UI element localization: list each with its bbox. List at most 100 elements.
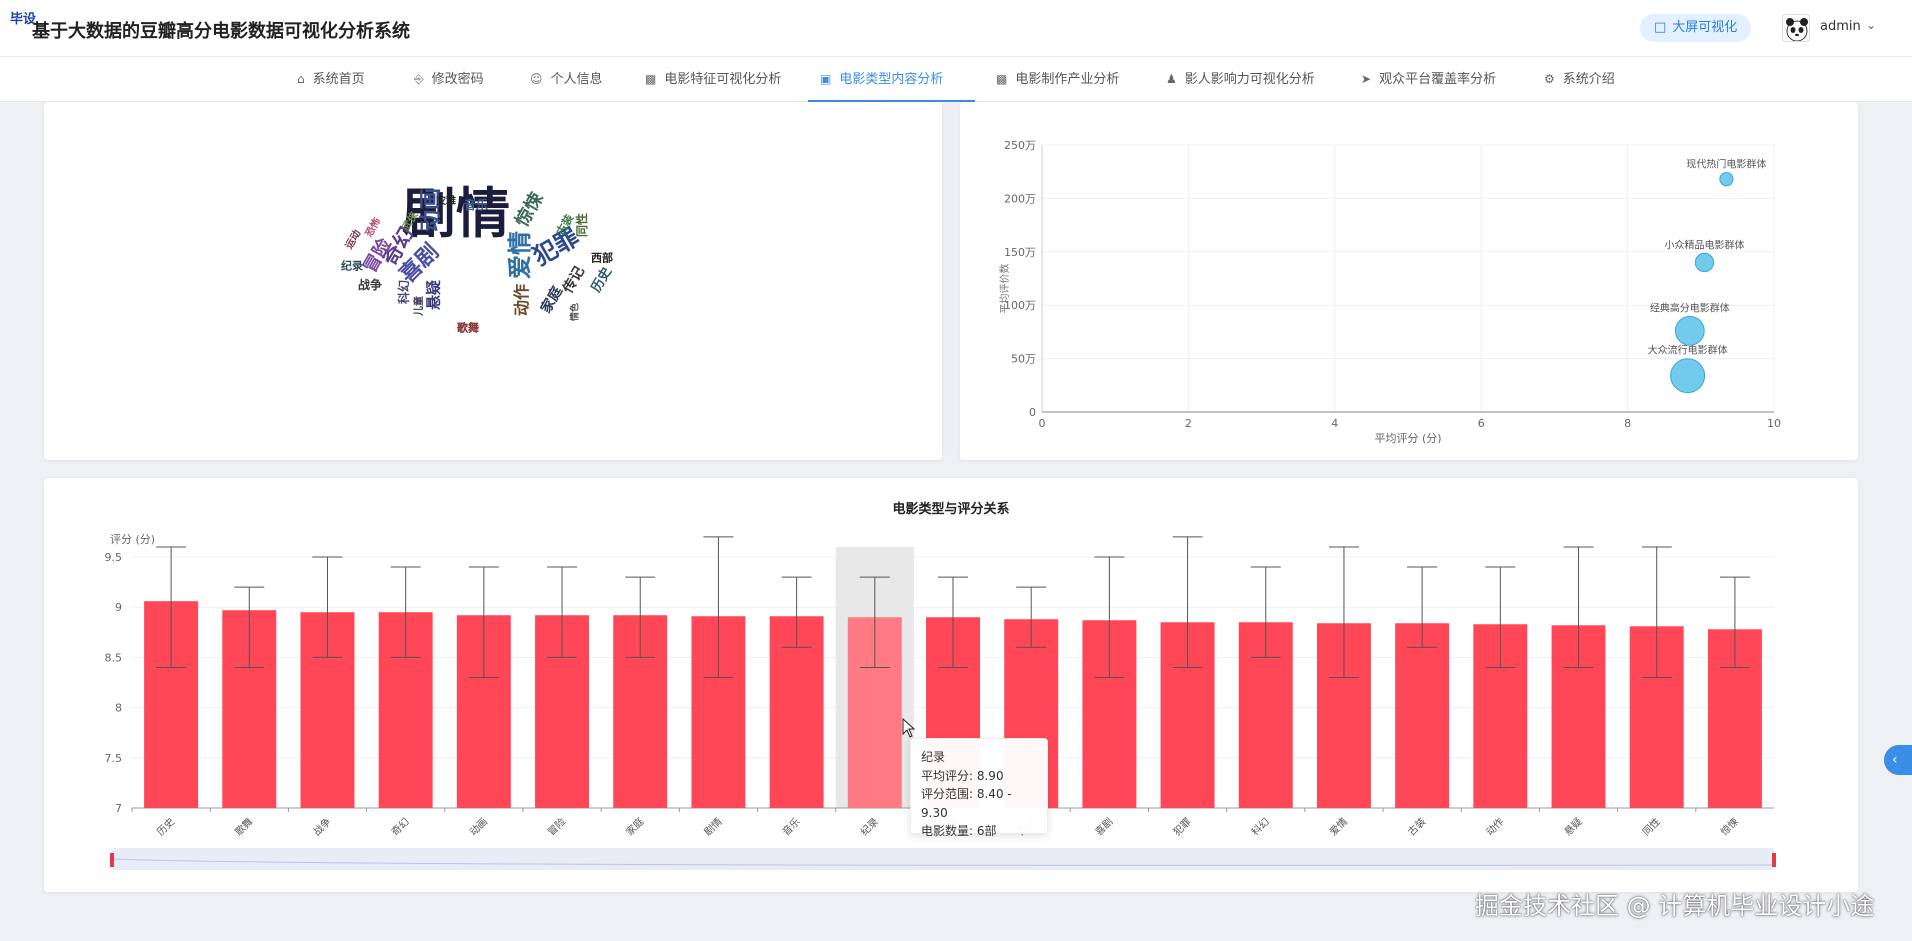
tooltip-avg: 平均评分: 8.90: [921, 768, 1004, 783]
watermark: 掘金技术社区 @ 计算机毕业设计小途: [1475, 892, 1875, 920]
nav-home[interactable]: ⌂ 系统首页: [285, 57, 377, 102]
bar-x-tick-label: 奇幻: [388, 815, 411, 838]
avatar[interactable]: [1782, 14, 1810, 42]
chart-window-icon: ▣: [820, 72, 832, 86]
scatter-y-tick: 50万: [1011, 353, 1036, 366]
username[interactable]: admin: [1820, 19, 1861, 34]
bar-x-tick-label: 战争: [310, 815, 333, 838]
scatter-x-tick: 4: [1331, 417, 1338, 430]
word-cloud-word: 动作: [512, 283, 531, 317]
chevron-down-icon[interactable]: ⌄: [1866, 18, 1876, 32]
bar-y-tick: 7: [115, 802, 122, 815]
nav-genre-analysis[interactable]: ▣ 电影类型内容分析: [808, 57, 975, 102]
nav-label: 影人影响力可视化分析: [1184, 72, 1315, 87]
nav-platform-coverage[interactable]: ➤ 观众平台覆盖率分析: [1349, 57, 1508, 102]
zoom-handle-right[interactable]: [1772, 853, 1776, 867]
scatter-point[interactable]: [1674, 315, 1705, 346]
nav-profile[interactable]: ☺ 个人信息: [518, 57, 615, 102]
side-collapse-button[interactable]: ‹: [1884, 745, 1912, 775]
scatter-x-tick: 6: [1478, 417, 1485, 430]
lock-icon: ⎆: [414, 72, 424, 86]
scatter-x-tick: 2: [1185, 417, 1192, 430]
nav-label: 电影类型内容分析: [839, 72, 944, 87]
scatter-point-label: 经典高分电影群体: [1650, 301, 1730, 314]
bar-x-tick-label: 冒险: [545, 815, 568, 838]
bar-chart-title: 电影类型与评分关系: [892, 501, 1009, 517]
bar-x-tick-label: 动画: [467, 816, 490, 839]
scatter-point[interactable]: [1670, 358, 1706, 394]
word-cloud-word: 灾难: [436, 196, 456, 207]
nav-label: 个人信息: [550, 72, 603, 87]
bar-y-tick: 7.5: [105, 752, 123, 765]
word-cloud-word: 悬疑: [424, 279, 443, 311]
bar-y-tick: 9: [115, 601, 122, 614]
bar[interactable]: [1395, 623, 1450, 808]
word-cloud-word: 纪录: [341, 259, 363, 273]
bar-x-tick-label: 悬疑: [1562, 816, 1585, 839]
scatter-y-tick: 0: [1029, 406, 1036, 419]
tooltip-count: 电影数量: 6部: [921, 824, 997, 838]
scatter-x-tick: 8: [1624, 417, 1631, 430]
word-cloud-word: 战争: [357, 278, 383, 292]
nav-label: 修改密码: [431, 72, 484, 87]
word-cloud-word: 动画: [419, 187, 444, 233]
word-cloud-word: 情色: [570, 302, 581, 322]
bar-x-tick-label: 剧情: [701, 815, 724, 838]
word-cloud-panel: 剧情 爱情 犯罪 动画 奇幻 喜剧 惊悚 冒险 悬疑 动作 家庭 传记 历史 同性 古装 西部 音乐 灾难 武侠 恐怖…: [44, 102, 942, 460]
cluster-scatter-chart: 050万100万150万200万250万0 2 4 6 8 10平均评分 (分)平均评价数…: [998, 139, 1781, 445]
word-cloud-word: 爱情: [506, 231, 534, 279]
bar-x-tick-label: 历史: [155, 816, 178, 839]
top-header: 毕设 基于大数据的豆瓣高分电影数据可视化分析系统 □ 大屏可视化 admin ⌄: [0, 0, 1912, 56]
scatter-y-axis-label: 平均评价数: [998, 264, 1011, 314]
scatter-point[interactable]: [1694, 252, 1715, 273]
scatter-point[interactable]: [1719, 172, 1734, 187]
bar-chart-icon: ▩: [645, 72, 657, 86]
bar-x-tick-label: 惊悚: [1718, 815, 1741, 838]
bar-x-tick-label: 犯罪: [1171, 816, 1194, 839]
zoom-handle-left[interactable]: [110, 853, 114, 867]
zoom-slider-track[interactable]: [112, 848, 1774, 870]
word-cloud-word: 西部: [591, 251, 613, 265]
nav-movie-features[interactable]: ▩ 电影特征可视化分析: [633, 57, 793, 102]
app-title: 基于大数据的豆瓣高分电影数据可视化分析系统: [32, 21, 410, 42]
bigscreen-button[interactable]: □ 大屏可视化: [1640, 14, 1752, 42]
nav-system-intro[interactable]: ⚙ 系统介绍: [1532, 57, 1627, 102]
word-cloud-word: 音乐: [463, 198, 489, 212]
scatter-y-tick: 150万: [1004, 246, 1036, 259]
bar-x-tick-label: 爱情: [1327, 815, 1350, 838]
word-cloud-word: 同性: [575, 212, 589, 238]
bar-y-tick: 9.5: [105, 551, 123, 564]
nav-label: 观众平台覆盖率分析: [1379, 72, 1497, 87]
nav-label: 电影特征可视化分析: [664, 72, 782, 87]
scatter-y-tick: 250万: [1004, 139, 1036, 152]
tooltip-range: 评分范围: 8.40 - 9.30: [921, 787, 1012, 820]
bar-x-tick-label: 科幻: [1249, 815, 1272, 838]
bar-y-axis-name: 评分 (分): [110, 533, 155, 546]
chevron-left-icon: ‹: [1892, 752, 1898, 768]
main-nav: ⌂ 系统首页 ⎆ 修改密码 ☺ 个人信息 ▩ 电影特征可视化分析 ▣ 电影类型内容分析 ▩…: [0, 57, 1912, 102]
tooltip-genre: 纪录: [921, 750, 946, 764]
word-cloud-word: 历史: [589, 264, 615, 296]
bar-x-tick-label: 家庭: [623, 815, 646, 838]
nav-label: 系统首页: [312, 72, 365, 87]
monitor-icon: ▩: [996, 72, 1008, 86]
bar-x-tick-label: 歌舞: [232, 815, 255, 838]
scatter-point-label: 小众精品电影群体: [1664, 238, 1744, 251]
bar-x-tick-label: 同性: [1640, 815, 1663, 838]
word-cloud-word: 惊悚: [511, 188, 548, 231]
gear-icon: ⚙: [1544, 72, 1555, 86]
bar-x-tick-label: 纪录: [858, 816, 881, 839]
scatter-point-label: 现代热门电影群体: [1686, 158, 1766, 171]
nav-production-industry[interactable]: ▩ 电影制作产业分析: [984, 57, 1131, 102]
mouse-cursor-icon: [902, 718, 916, 738]
bar-x-tick-label: 动作: [1484, 816, 1507, 839]
nav-influence[interactable]: ♟ 影人影响力可视化分析: [1154, 57, 1327, 102]
bigscreen-label: 大屏可视化: [1672, 20, 1738, 35]
nav-change-password[interactable]: ⎆ 修改密码: [402, 57, 496, 102]
genre-word-cloud: 剧情 爱情 犯罪 动画 奇幻 喜剧 惊悚 冒险 悬疑 动作 家庭 传记 历史 同性 古装 西部 音乐 灾难 武侠 恐怖…: [44, 102, 942, 460]
cluster-scatter-panel: 0 50万 100万 150万 200万 250万 0 2 4 6 8 10 平均评分 (分) 平均评价数…: [960, 102, 1858, 460]
word-cloud-word: 歌舞: [457, 321, 479, 335]
bar-x-tick-label: 音乐: [779, 815, 802, 838]
word-cloud-word: 运动: [343, 228, 364, 252]
word-cloud-word: 传记: [560, 263, 588, 297]
